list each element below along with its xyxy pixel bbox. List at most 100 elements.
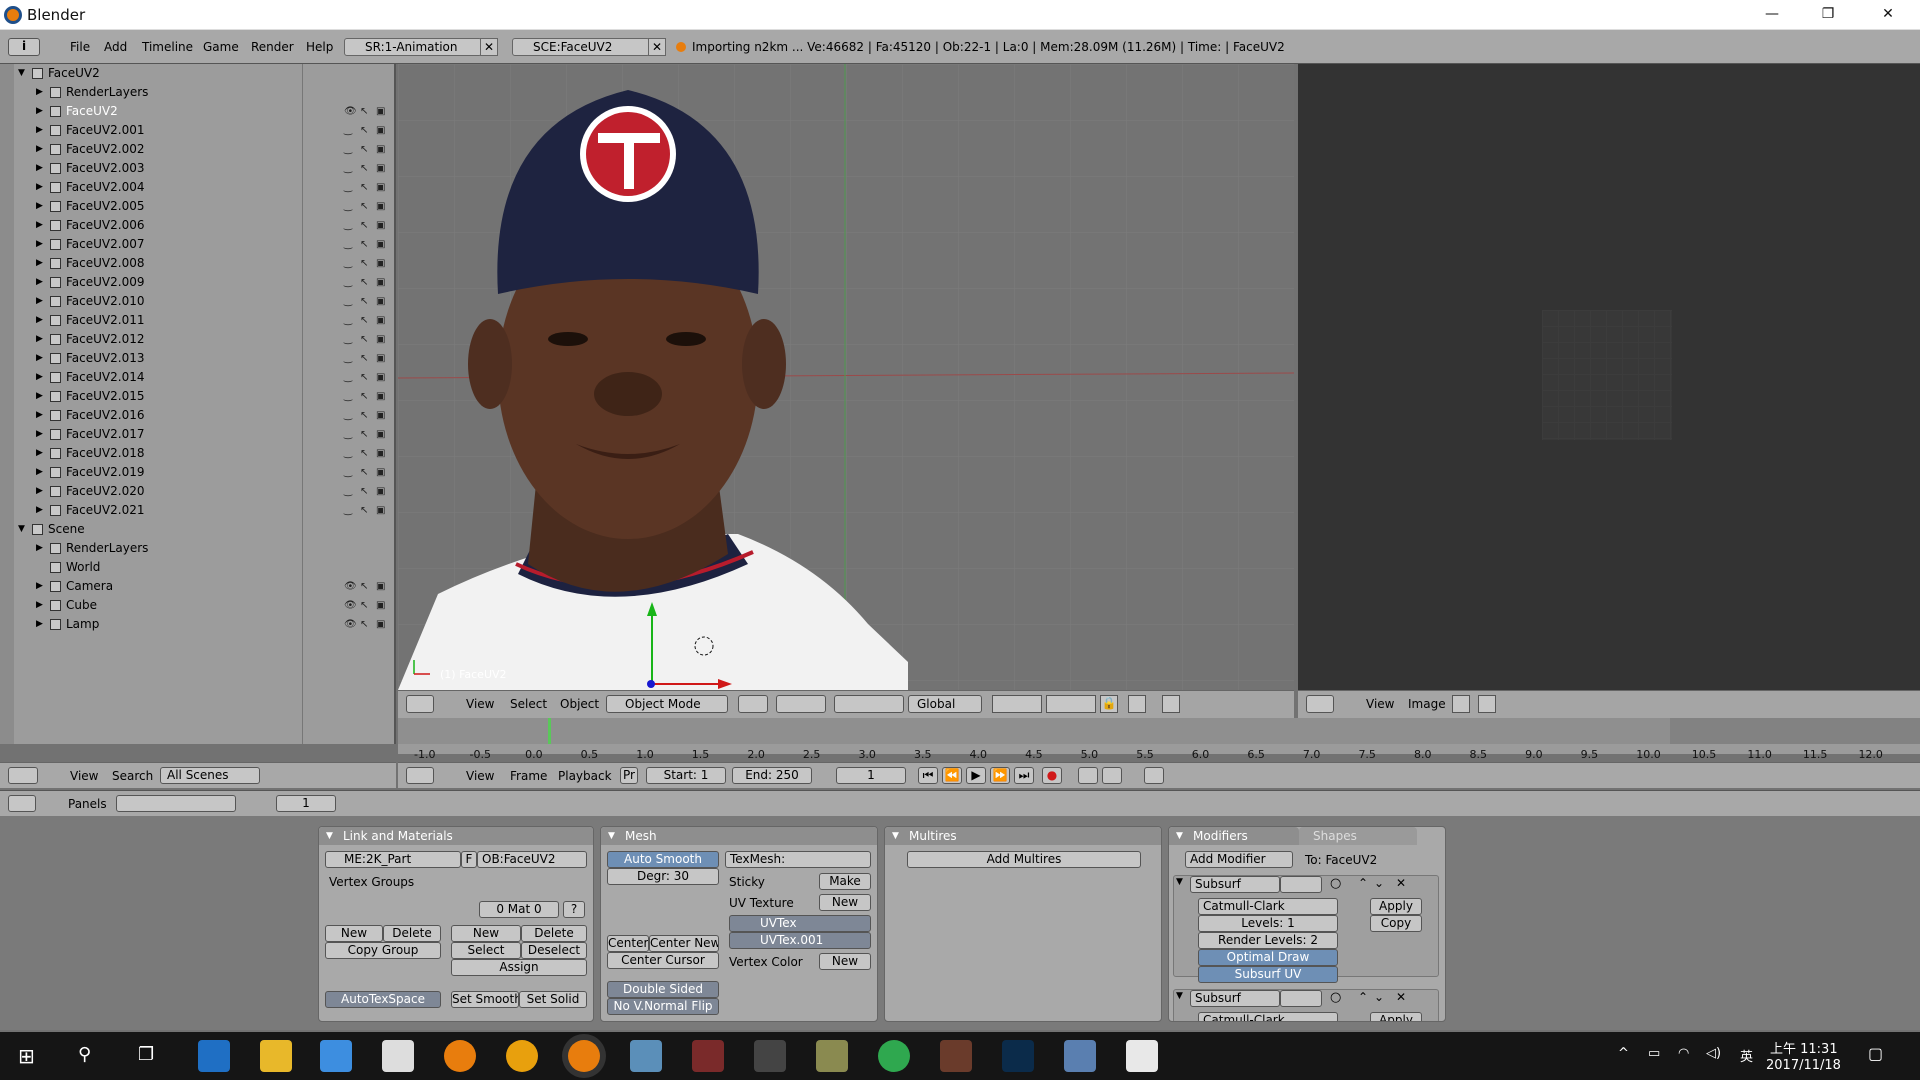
outliner-object-item[interactable]: ▶ FaceUV2.003 ‿ ↖ ▣ bbox=[14, 159, 396, 178]
render-toggle-icon[interactable]: ▣ bbox=[376, 277, 387, 288]
render-toggle-icon[interactable]: ▣ bbox=[376, 391, 387, 402]
mesh-datablock-field[interactable]: ME:2K_Part bbox=[325, 851, 461, 868]
eye-icon[interactable]: ‿ bbox=[344, 163, 355, 174]
cage-icon[interactable]: ○ bbox=[1330, 990, 1341, 1005]
center-button[interactable]: Center bbox=[607, 935, 649, 952]
cursor-select-icon[interactable]: ↖ bbox=[360, 353, 371, 364]
expand-toggle-icon[interactable]: ▶ bbox=[36, 349, 43, 368]
collapse-icon[interactable]: ▼ bbox=[1176, 877, 1183, 887]
task-view-icon[interactable]: ❐ bbox=[138, 1044, 154, 1065]
editor-type-clock-icon[interactable] bbox=[406, 767, 434, 784]
outliner-object-item[interactable]: ▶ FaceUV2.011 ‿ ↖ ▣ bbox=[14, 311, 396, 330]
play-icon[interactable]: ▶ bbox=[966, 767, 986, 784]
render-levels-field[interactable]: Render Levels: 2 bbox=[1198, 932, 1338, 949]
modifier-visibility-icons[interactable] bbox=[1280, 990, 1322, 1007]
expand-toggle-icon[interactable]: ▶ bbox=[36, 311, 43, 330]
eye-icon[interactable]: ‿ bbox=[344, 391, 355, 402]
outliner-scene-object-item[interactable]: ▶ Cube 👁 ↖ ▣ bbox=[14, 596, 396, 615]
gizmo-z-dot[interactable] bbox=[647, 680, 655, 688]
blender-taskbar-icon[interactable] bbox=[444, 1040, 476, 1072]
outliner-view-menu[interactable]: View bbox=[70, 769, 98, 783]
image-editor[interactable] bbox=[1298, 64, 1920, 716]
manipulator-buttons[interactable] bbox=[834, 695, 904, 713]
cursor-select-icon[interactable]: ↖ bbox=[360, 296, 371, 307]
preview-range-button[interactable]: Pr bbox=[620, 767, 638, 784]
store-icon[interactable] bbox=[320, 1040, 352, 1072]
uv-layer-item[interactable]: UVTex bbox=[729, 915, 871, 932]
outliner-object-item[interactable]: ▶ FaceUV2.021 ‿ ↖ ▣ bbox=[14, 501, 396, 520]
cursor-select-icon[interactable]: ↖ bbox=[360, 619, 371, 630]
expand-toggle-icon[interactable]: ▶ bbox=[36, 444, 43, 463]
render-toggle-icon[interactable]: ▣ bbox=[376, 619, 387, 630]
cursor-select-icon[interactable]: ↖ bbox=[360, 144, 371, 155]
outliner-scrollbar[interactable] bbox=[0, 64, 14, 744]
cursor-select-icon[interactable]: ↖ bbox=[360, 239, 371, 250]
render-toggle-icon[interactable]: ▣ bbox=[376, 125, 387, 136]
render-toggle-icon[interactable]: ▣ bbox=[376, 296, 387, 307]
cursor-select-icon[interactable]: ↖ bbox=[360, 429, 371, 440]
render-toggle-icon[interactable]: ▣ bbox=[376, 201, 387, 212]
expand-toggle-icon[interactable]: ▶ bbox=[36, 159, 43, 178]
cursor-select-icon[interactable]: ↖ bbox=[360, 163, 371, 174]
outliner-object-item[interactable]: ▶ FaceUV2.004 ‿ ↖ ▣ bbox=[14, 178, 396, 197]
outliner-scene-object-item[interactable]: ▶ Camera 👁 ↖ ▣ bbox=[14, 577, 396, 596]
render-icon[interactable] bbox=[1162, 695, 1180, 713]
expand-toggle-icon[interactable]: ▶ bbox=[36, 273, 43, 292]
outliner-object-item[interactable]: ▶ FaceUV2.010 ‿ ↖ ▣ bbox=[14, 292, 396, 311]
photos-icon[interactable] bbox=[1126, 1040, 1158, 1072]
render-toggle-icon[interactable]: ▣ bbox=[376, 163, 387, 174]
volume-icon[interactable]: ◁) bbox=[1706, 1046, 1721, 1061]
cage-icon[interactable]: ○ bbox=[1330, 876, 1341, 891]
cursor-select-icon[interactable]: ↖ bbox=[360, 505, 371, 516]
cursor-select-icon[interactable]: ↖ bbox=[360, 372, 371, 383]
render-toggle-icon[interactable]: ▣ bbox=[376, 486, 387, 497]
expand-toggle-icon[interactable]: ▶ bbox=[36, 83, 43, 102]
app-icon-game[interactable] bbox=[692, 1040, 724, 1072]
current-frame-marker[interactable] bbox=[548, 718, 551, 744]
mesh-title[interactable]: Mesh bbox=[601, 827, 877, 845]
virtualbox-icon[interactable] bbox=[1064, 1040, 1096, 1072]
cursor-select-icon[interactable]: ↖ bbox=[360, 201, 371, 212]
expand-toggle-icon[interactable]: ▶ bbox=[36, 463, 43, 482]
wifi-icon[interactable]: ◠ bbox=[1678, 1046, 1689, 1061]
layer-buttons-2[interactable] bbox=[1046, 695, 1096, 713]
move-down-icon[interactable]: ⌄ bbox=[1374, 990, 1384, 1004]
eye-icon[interactable]: 👁 bbox=[344, 600, 357, 611]
image-lock-icon[interactable] bbox=[1478, 695, 1496, 713]
mail-icon[interactable] bbox=[382, 1040, 414, 1072]
mode-select[interactable]: Object Mode bbox=[606, 695, 728, 713]
eye-icon[interactable]: ‿ bbox=[344, 429, 355, 440]
timeline-playback-menu[interactable]: Playback bbox=[558, 769, 612, 783]
editor-type-icon[interactable] bbox=[8, 767, 38, 784]
vgroup-delete-button[interactable]: Delete bbox=[383, 925, 441, 942]
cursor-select-icon[interactable]: ↖ bbox=[360, 182, 371, 193]
subdivision-type-select[interactable]: Catmull-Clark bbox=[1198, 898, 1338, 915]
eye-icon[interactable]: ‿ bbox=[344, 296, 355, 307]
no-vnormal-flip-toggle[interactable]: No V.Normal Flip bbox=[607, 998, 719, 1015]
expand-toggle-icon[interactable]: ▶ bbox=[36, 292, 43, 311]
double-sided-toggle[interactable]: Double Sided bbox=[607, 981, 719, 998]
texmesh-field[interactable]: TexMesh: bbox=[725, 851, 871, 868]
pivot-buttons[interactable] bbox=[776, 695, 826, 713]
cursor-select-icon[interactable]: ↖ bbox=[360, 334, 371, 345]
eye-icon[interactable]: ‿ bbox=[344, 334, 355, 345]
material-index-field[interactable]: 0 Mat 0 bbox=[479, 901, 559, 918]
remove-modifier-icon[interactable]: ✕ bbox=[1396, 876, 1406, 890]
outliner-object-item[interactable]: ▶ FaceUV2.001 ‿ ↖ ▣ bbox=[14, 121, 396, 140]
scene-delete-button[interactable]: ✕ bbox=[648, 38, 666, 56]
degr-field[interactable]: Degr: 30 bbox=[607, 868, 719, 885]
app-icon-avatar[interactable] bbox=[940, 1040, 972, 1072]
expand-toggle-icon[interactable]: ▼ bbox=[18, 520, 25, 539]
outliner-active-object[interactable]: ▶ FaceUV2 👁 ↖ ▣ bbox=[14, 102, 396, 121]
autotexspace-toggle[interactable]: AutoTexSpace bbox=[325, 991, 441, 1008]
chrome-icon[interactable] bbox=[878, 1040, 910, 1072]
key-icon[interactable] bbox=[1102, 767, 1122, 784]
outliner-scene-object-item[interactable]: ▶ Lamp 👁 ↖ ▣ bbox=[14, 615, 396, 634]
start-icon[interactable]: ⊞ bbox=[18, 1044, 35, 1068]
render-toggle-icon[interactable]: ▣ bbox=[376, 182, 387, 193]
expand-toggle-icon[interactable]: ▶ bbox=[36, 178, 43, 197]
expand-toggle-icon[interactable]: ▶ bbox=[36, 406, 43, 425]
outliner-object-item[interactable]: ▶ FaceUV2.014 ‿ ↖ ▣ bbox=[14, 368, 396, 387]
ime-indicator[interactable]: 英 bbox=[1740, 1046, 1753, 1065]
restore-button[interactable]: ❐ bbox=[1800, 0, 1856, 30]
